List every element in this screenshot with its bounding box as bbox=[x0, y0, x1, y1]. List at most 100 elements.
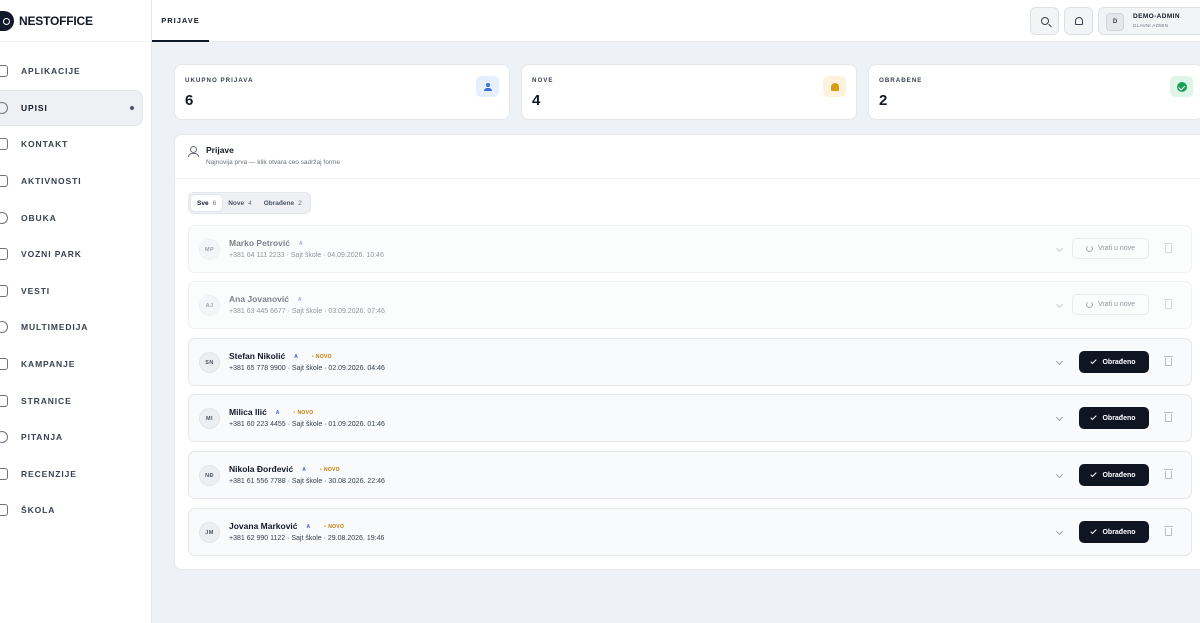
list-item[interactable]: JM Jovana Marković A NOVO +381 62 990 1122 ·… bbox=[188, 508, 1192, 556]
user-search-icon bbox=[188, 146, 199, 157]
list-item[interactable]: MI Milica Ilić A NOVO +381 60 223 4455 · Saj… bbox=[188, 394, 1192, 442]
trash-icon[interactable] bbox=[1164, 243, 1173, 253]
chevron-down-icon[interactable] bbox=[1055, 300, 1064, 309]
mail-icon bbox=[0, 138, 8, 151]
list-item[interactable]: SN Stefan Nikolić A NOVO +381 65 778 9900 · … bbox=[188, 338, 1192, 386]
check-icon bbox=[1090, 357, 1098, 365]
notifications-button[interactable] bbox=[1064, 7, 1093, 35]
applicant-name-text: Stefan Nikolić bbox=[229, 351, 286, 361]
sidebar-item-label: AKTIVNOSTI bbox=[21, 176, 82, 187]
mark-processed-button[interactable]: Obrađeno bbox=[1079, 464, 1149, 486]
filter-count: 4 bbox=[248, 199, 252, 207]
check-icon bbox=[1090, 527, 1098, 535]
applicant-name: Milica Ilić A NOVO bbox=[229, 407, 313, 417]
mark-processed-button[interactable]: Obrađeno bbox=[1079, 521, 1149, 543]
tab-prijave[interactable]: PRIJAVE bbox=[152, 0, 209, 42]
category-badge: A bbox=[275, 410, 280, 416]
check-circle-icon bbox=[1170, 76, 1193, 97]
search-button[interactable] bbox=[1030, 7, 1059, 35]
list-icon bbox=[0, 175, 8, 188]
filter-tabs: Sve 6 Nove 4 Obrađene 2 bbox=[188, 192, 311, 214]
brand-name: NESTOFFICE bbox=[19, 13, 93, 28]
filter-obrađene[interactable]: Obrađene 2 bbox=[258, 195, 308, 211]
avatar: MI bbox=[199, 408, 220, 429]
trash-icon[interactable] bbox=[1164, 356, 1173, 366]
filter-sve[interactable]: Sve 6 bbox=[191, 195, 223, 211]
restore-button-label: Vrati u nove bbox=[1097, 301, 1136, 308]
trash-icon[interactable] bbox=[1164, 412, 1173, 422]
stat-value: 4 bbox=[532, 92, 541, 109]
sidebar-item-obuka[interactable]: OBUKA bbox=[0, 199, 143, 236]
applicant-name: Jovana Marković A NOVO bbox=[229, 521, 344, 531]
sidebar-item-label: RECENZIJE bbox=[21, 468, 77, 479]
sidebar-item-pitanja[interactable]: PITANJA bbox=[0, 419, 143, 456]
sidebar-item-škola[interactable]: ŠKOLA bbox=[0, 492, 143, 529]
avatar: JM bbox=[199, 522, 220, 543]
mark-processed-label: Obrađeno bbox=[1102, 358, 1136, 366]
mark-processed-button[interactable]: Obrađeno bbox=[1079, 351, 1149, 373]
status-badge: NOVO bbox=[312, 354, 332, 360]
image-icon bbox=[0, 321, 8, 334]
category-badge: A bbox=[294, 354, 298, 360]
sidebar-item-label: ŠKOLA bbox=[21, 505, 56, 516]
mark-processed-button[interactable]: Obrađeno bbox=[1079, 407, 1149, 429]
applicant-name-text: Marko Petrović bbox=[229, 238, 290, 248]
restore-button[interactable]: Vrati u nove bbox=[1072, 238, 1149, 259]
stat-card-processed: OBRAĐENE 2 bbox=[868, 64, 1200, 120]
trash-icon[interactable] bbox=[1164, 299, 1173, 309]
search-icon bbox=[1040, 17, 1049, 25]
sidebar-item-stranice[interactable]: STRANICE bbox=[0, 382, 143, 419]
chevron-down-icon[interactable] bbox=[1055, 244, 1064, 253]
chevron-down-icon[interactable] bbox=[1055, 527, 1064, 536]
brand[interactable]: NESTOFFICE bbox=[0, 0, 151, 42]
sidebar-item-label: VESTI bbox=[21, 285, 51, 296]
chevron-down-icon[interactable] bbox=[1055, 413, 1064, 422]
chevron-down-icon[interactable] bbox=[1055, 470, 1064, 479]
sidebar-item-vozni-park[interactable]: VOZNI PARK bbox=[0, 236, 143, 273]
sidebar-item-label: KAMPANJE bbox=[21, 359, 76, 370]
sidebar-item-label: VOZNI PARK bbox=[21, 249, 82, 260]
trash-icon[interactable] bbox=[1164, 526, 1173, 536]
sidebar-item-recenzije[interactable]: RECENZIJE bbox=[0, 456, 143, 493]
sidebar-item-vesti[interactable]: VESTI bbox=[0, 273, 143, 310]
sidebar-item-label: PITANJA bbox=[21, 432, 64, 443]
filter-nove[interactable]: Nove 4 bbox=[222, 195, 258, 211]
applicant-name-text: Milica Ilić bbox=[229, 407, 267, 417]
category-badge: A bbox=[298, 297, 302, 303]
sidebar-item-kampanje[interactable]: KAMPANJE bbox=[0, 346, 143, 383]
stat-value: 6 bbox=[185, 92, 194, 109]
user-menu-button[interactable]: D DEMO-ADMIN GLAVNI ADMIN bbox=[1098, 7, 1200, 35]
trash-icon[interactable] bbox=[1164, 469, 1173, 479]
sidebar-item-aktivnosti[interactable]: AKTIVNOSTI bbox=[0, 163, 143, 200]
stat-label: NOVE bbox=[532, 77, 554, 84]
page-icon bbox=[0, 394, 8, 407]
sidebar-item-label: STRANICE bbox=[21, 395, 72, 406]
restore-button[interactable]: Vrati u nove bbox=[1072, 294, 1149, 315]
applicant-meta: +381 64 111 2233 · Sajt škole · 04.09.20… bbox=[229, 252, 384, 259]
sidebar-item-kontakt[interactable]: KONTAKT bbox=[0, 126, 143, 163]
user-role: GLAVNI ADMIN bbox=[1133, 23, 1169, 28]
bell-icon bbox=[823, 76, 846, 97]
grid-icon bbox=[0, 65, 8, 78]
book-icon bbox=[0, 211, 8, 224]
sidebar-item-aplikacije[interactable]: APLIKACIJE bbox=[0, 53, 143, 90]
chevron-down-icon[interactable] bbox=[1055, 357, 1064, 366]
school-icon bbox=[0, 504, 8, 517]
filter-label: Obrađene bbox=[263, 199, 295, 207]
list-item[interactable]: AJ Ana Jovanović A +381 63 445 6677 · Sajt … bbox=[188, 281, 1192, 329]
category-badge: A bbox=[306, 524, 311, 530]
active-indicator bbox=[130, 105, 134, 110]
sidebar-item-upisi[interactable]: UPISI bbox=[0, 89, 143, 127]
check-icon bbox=[1090, 470, 1098, 478]
mark-processed-label: Obrađeno bbox=[1102, 471, 1136, 479]
list-item[interactable]: MP Marko Petrović A +381 64 111 2233 · Sajt… bbox=[188, 225, 1192, 273]
help-icon bbox=[0, 431, 8, 444]
stat-card-total: UKUPNO PRIJAVA 6 bbox=[174, 64, 510, 120]
avatar: D bbox=[1106, 13, 1124, 31]
panel-subtitle: Najnovija prva — klik otvara ceo sadržaj… bbox=[206, 159, 341, 166]
status-badge: NOVO bbox=[320, 467, 340, 473]
category-badge: A bbox=[302, 467, 306, 473]
list-item[interactable]: NĐ Nikola Đorđević A NOVO +381 61 556 7788 ·… bbox=[188, 451, 1192, 499]
sidebar-item-multimedija[interactable]: MULTIMEDIJA bbox=[0, 309, 143, 346]
applicant-meta: +381 63 445 6677 · Sajt škole · 03.09.20… bbox=[229, 308, 385, 315]
